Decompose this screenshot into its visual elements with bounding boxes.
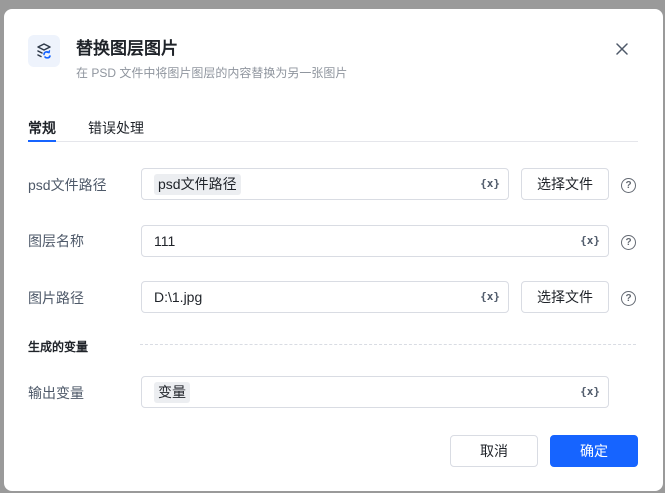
image-path-value: D:\1.jpg — [154, 289, 203, 305]
confirm-button[interactable]: 确定 — [550, 435, 638, 467]
layer-name-input[interactable]: 111 {x} — [141, 225, 609, 257]
image-path-label: 图片路径 — [28, 290, 84, 306]
psd-path-label: psd文件路径 — [28, 177, 107, 193]
tab-error-handling[interactable]: 错误处理 — [88, 118, 144, 138]
dialog-header: 替换图层图片 在 PSD 文件中将图片图层的内容替换为另一张图片 — [4, 9, 663, 99]
help-circle-icon[interactable]: ? — [621, 178, 636, 193]
output-variable-chip[interactable]: 变量 — [154, 382, 190, 403]
help-circle-icon[interactable]: ? — [621, 291, 636, 306]
generated-variables-heading: 生成的变量 — [28, 340, 89, 354]
dialog-subtitle: 在 PSD 文件中将图片图层的内容替换为另一张图片 — [76, 66, 348, 80]
psd-path-input[interactable]: psd文件路径 {x} — [141, 168, 509, 200]
section-divider — [140, 344, 636, 345]
tab-general[interactable]: 常规 — [28, 118, 56, 138]
cancel-button[interactable]: 取消 — [450, 435, 538, 467]
output-variable-label: 输出变量 — [28, 385, 84, 401]
image-path-browse-button[interactable]: 选择文件 — [521, 281, 609, 313]
active-tab-indicator — [28, 140, 56, 142]
image-path-insert-variable-button[interactable]: {x} — [480, 290, 500, 303]
psd-path-browse-button[interactable]: 选择文件 — [521, 168, 609, 200]
help-circle-icon[interactable]: ? — [621, 235, 636, 250]
layer-name-label: 图层名称 — [28, 233, 84, 249]
image-path-input[interactable]: D:\1.jpg {x} — [141, 281, 509, 313]
output-variable-insert-variable-button[interactable]: {x} — [580, 385, 600, 398]
psd-path-insert-variable-button[interactable]: {x} — [480, 177, 500, 190]
output-variable-input[interactable]: 变量 {x} — [141, 376, 609, 408]
dialog-title: 替换图层图片 — [76, 39, 178, 58]
replace-layer-image-dialog: 替换图层图片 在 PSD 文件中将图片图层的内容替换为另一张图片 常规 错误处理… — [4, 9, 663, 491]
close-icon[interactable] — [612, 39, 632, 59]
layer-replace-icon — [28, 35, 60, 67]
tab-bar: 常规 错误处理 — [28, 114, 638, 142]
layer-name-value: 111 — [154, 233, 176, 249]
psd-path-variable-chip[interactable]: psd文件路径 — [154, 174, 241, 195]
layer-name-insert-variable-button[interactable]: {x} — [580, 234, 600, 247]
